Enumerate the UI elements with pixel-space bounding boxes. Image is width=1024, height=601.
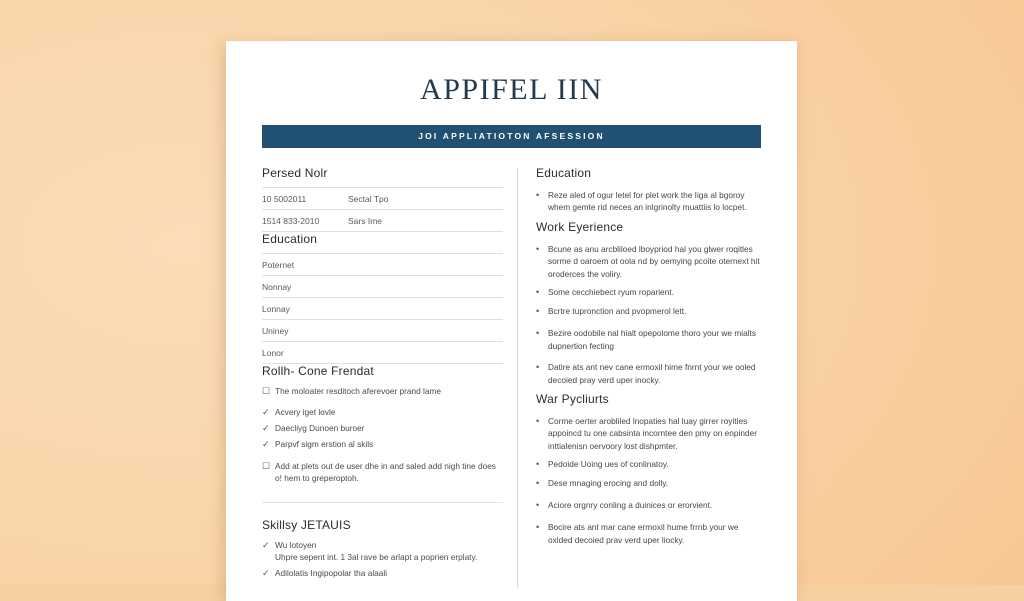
list-item: • Aciore orgnry conling a duinices or er… <box>536 499 764 512</box>
list-item: Nonnay <box>262 276 503 298</box>
section-heading-education-left: Education <box>262 232 503 246</box>
list-item: ✓ Parpvf sigm erstion al skils <box>262 438 503 450</box>
content-spacer <box>536 552 764 601</box>
list-item-label: Dese mnaging erocing and dolly. <box>548 477 764 490</box>
section-heading-education-right: Education <box>536 166 764 180</box>
skills-list: ✓ Wu lotoyen Uhpre sepent int. 1 3al rav… <box>262 539 503 579</box>
check-icon[interactable]: ✓ <box>262 438 275 450</box>
list-item: • Bcune as anu arcbliloed lboypriod hal … <box>536 243 764 280</box>
field-value: Sars Ime <box>348 216 503 226</box>
bullet-icon: • <box>536 477 548 490</box>
bullet-icon: • <box>536 189 548 214</box>
list-item-label: Bcune as anu arcbliloed lboypriod hal yo… <box>548 243 764 280</box>
list-item: ✓ Daecliyg Dunoen buroer <box>262 422 503 434</box>
skill-title: Wu lotoyen <box>275 540 316 550</box>
list-item-label: Wu lotoyen Uhpre sepent int. 1 3al rave … <box>275 539 503 563</box>
section-heading-war-pyc: War Pycliurts <box>536 392 764 406</box>
bullet-icon: • <box>536 286 548 299</box>
list-item: Uniney <box>262 320 503 342</box>
field-key: 1514 833-2010 <box>262 216 348 226</box>
list-item: • Corme oerter arobliled lnopaties hal l… <box>536 415 764 452</box>
bullet-icon: • <box>536 361 548 386</box>
table-row: 1514 833-2010 Sars Ime <box>262 210 503 232</box>
check-icon[interactable]: ✓ <box>262 422 275 434</box>
referral-list: ☐ The moloater resditoch aferevoer prand… <box>262 385 503 484</box>
field-key: 10 5002011 <box>262 194 348 204</box>
list-item: ☐ Add at plets out de user dhe in and sa… <box>262 460 503 484</box>
right-column: Education • Reze aled of ogur letel for … <box>518 166 764 596</box>
list-item: Poternet <box>262 253 503 276</box>
bullet-icon: • <box>536 243 548 280</box>
section-divider <box>262 502 503 503</box>
list-item: • Some cecchiebect ryum roparient. <box>536 286 764 299</box>
checkbox-empty-icon[interactable]: ☐ <box>262 460 275 484</box>
list-item-label: Datire ats ant nev cane ermoxil hime fnr… <box>548 361 764 386</box>
list-item: Lonor <box>262 342 503 364</box>
list-item-label: Add at plets out de user dhe in and sale… <box>275 460 503 484</box>
list-item-label: Bocire ats ant mar cane ermoxil hume frr… <box>548 521 764 546</box>
checkbox-empty-icon[interactable]: ☐ <box>262 385 275 397</box>
list-item-label: Aciore orgnry conling a duinices or eror… <box>548 499 764 512</box>
document-body: Persed Nolr 10 5002011 Sectal Tpo 1514 8… <box>226 166 797 596</box>
section-heading-personal: Persed Nolr <box>262 166 503 180</box>
skill-detail: Uhpre sepent int. 1 3al rave be arlapt a… <box>275 552 477 562</box>
header-banner: JOI APPLIATIOTON AFSESSION <box>262 125 761 148</box>
list-item: Lonnay <box>262 298 503 320</box>
list-item: • Dese mnaging erocing and dolly. <box>536 477 764 490</box>
bullet-icon: • <box>536 415 548 452</box>
list-item-label: Bezire oodobile nal hialt opepolome thor… <box>548 327 764 352</box>
left-column: Persed Nolr 10 5002011 Sectal Tpo 1514 8… <box>262 166 517 596</box>
section-heading-work-experience: Work Eyerience <box>536 220 764 234</box>
list-item-label: Acvery iget lovle <box>275 406 503 418</box>
check-icon[interactable]: ✓ <box>262 539 275 563</box>
table-row: 10 5002011 Sectal Tpo <box>262 187 503 210</box>
list-item: • Bcrtre tupronction and pvopmerol lett. <box>536 305 764 318</box>
bullet-icon: • <box>536 499 548 512</box>
list-item-label: Pedoide Uoing ues of conlinatoy. <box>548 458 764 471</box>
list-item: ✓ Adilolatis Ingipopolar tha alaali <box>262 567 503 579</box>
list-item-label: The moloater resditoch aferevoer prand l… <box>275 385 503 397</box>
list-item: • Bezire oodobile nal hialt opepolome th… <box>536 327 764 352</box>
bullet-icon: • <box>536 327 548 352</box>
list-item-label: Corme oerter arobliled lnopaties hal lua… <box>548 415 764 452</box>
list-item: • Bocire ats ant mar cane ermoxil hume f… <box>536 521 764 546</box>
education-bullets: • Reze aled of ogur letel for plet work … <box>536 189 764 214</box>
section-heading-referral: Rollh- Cone Frendat <box>262 364 503 378</box>
section-heading-skills: Skillsy JETAUIS <box>262 518 503 532</box>
field-value: Sectal Tpo <box>348 194 503 204</box>
check-icon[interactable]: ✓ <box>262 567 275 579</box>
list-item-label: Reze aled of ogur letel for plet work th… <box>548 189 764 214</box>
list-item-label: Parpvf sigm erstion al skils <box>275 438 503 450</box>
list-item: ✓ Wu lotoyen Uhpre sepent int. 1 3al rav… <box>262 539 503 563</box>
list-item: ✓ Acvery iget lovle <box>262 406 503 418</box>
list-item: • Reze aled of ogur letel for plet work … <box>536 189 764 214</box>
list-item-label: Bcrtre tupronction and pvopmerol lett. <box>548 305 764 318</box>
list-item: • Pedoide Uoing ues of conlinatoy. <box>536 458 764 471</box>
list-item-label: Daecliyg Dunoen buroer <box>275 422 503 434</box>
page-title: APPIFEL IIN <box>226 73 797 107</box>
list-item-label: Some cecchiebect ryum roparient. <box>548 286 764 299</box>
war-pyc-bullets: • Corme oerter arobliled lnopaties hal l… <box>536 415 764 546</box>
list-item: • Datire ats ant nev cane ermoxil hime f… <box>536 361 764 386</box>
document-page: APPIFEL IIN JOI APPLIATIOTON AFSESSION P… <box>226 41 797 601</box>
check-icon[interactable]: ✓ <box>262 406 275 418</box>
list-item: ☐ The moloater resditoch aferevoer prand… <box>262 385 503 397</box>
bullet-icon: • <box>536 458 548 471</box>
list-item-label: Adilolatis Ingipopolar tha alaali <box>275 567 503 579</box>
bullet-icon: • <box>536 305 548 318</box>
work-experience-bullets: • Bcune as anu arcbliloed lboypriod hal … <box>536 243 764 386</box>
bullet-icon: • <box>536 521 548 546</box>
